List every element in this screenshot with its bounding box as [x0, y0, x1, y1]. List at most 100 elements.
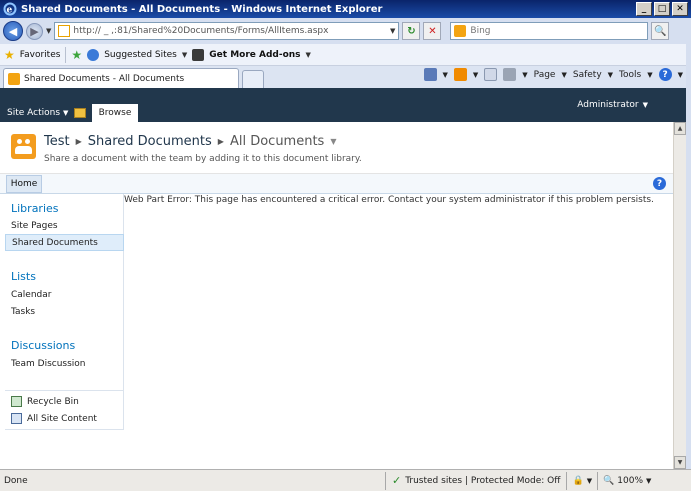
home-dropdown-icon[interactable]: ▼ — [443, 71, 448, 79]
address-bar[interactable]: http:// _ ,:81/Shared%20Documents/Forms/… — [54, 22, 400, 40]
rss-feed-icon[interactable] — [453, 68, 467, 81]
quicklaunch-item-calendar[interactable]: Calendar — [5, 286, 124, 303]
address-dropdown-icon[interactable]: ▼ — [390, 27, 395, 35]
quicklaunch-heading-libraries[interactable]: Libraries — [11, 202, 59, 215]
breadcrumb-site-link[interactable]: Test — [44, 134, 70, 149]
home-icon[interactable] — [423, 68, 437, 81]
print-icon[interactable] — [503, 68, 517, 81]
lock-dropdown-icon: ▼ — [586, 476, 593, 485]
site-logo-icon[interactable] — [11, 134, 36, 159]
breadcrumb-separator-icon: ▶ — [217, 137, 224, 146]
site-actions-dropdown-icon: ▼ — [63, 109, 69, 117]
zoom-level: 100% — [617, 475, 644, 486]
security-zone[interactable]: ✓ Trusted sites | Protected Mode: Off — [385, 471, 566, 490]
suggested-sites-dropdown-icon[interactable]: ▼ — [182, 51, 187, 59]
tab-home[interactable]: Home — [6, 175, 42, 193]
status-bar: Done ✓ Trusted sites | Protected Mode: O… — [0, 469, 691, 491]
window-titlebar: e Shared Documents - All Documents - Win… — [0, 0, 691, 18]
scroll-down-icon[interactable]: ▼ — [674, 456, 686, 469]
tools-dropdown-icon[interactable]: ▼ — [647, 71, 652, 79]
search-button[interactable]: 🔍 — [651, 22, 670, 40]
browser-tab[interactable]: Shared Documents - All Documents — [3, 68, 239, 88]
window-border — [686, 18, 691, 473]
stop-icon: ✕ — [428, 25, 437, 37]
recycle-bin-link[interactable]: Recycle Bin — [5, 393, 124, 410]
scroll-up-icon[interactable]: ▲ — [674, 122, 686, 135]
site-content-icon — [11, 413, 22, 424]
page-icon — [58, 25, 71, 37]
page-title-area: Test ▶ Shared Documents ▶ All Documents … — [0, 122, 686, 174]
help-dropdown-icon[interactable]: ▼ — [678, 71, 683, 79]
library-description: Share a document with the team by adding… — [44, 154, 362, 164]
all-site-content-link[interactable]: All Site Content — [5, 410, 124, 427]
page-menu[interactable]: Page — [534, 70, 556, 80]
safety-menu[interactable]: Safety — [573, 70, 602, 80]
search-input[interactable] — [470, 26, 621, 36]
recycle-bin-label: Recycle Bin — [27, 396, 79, 407]
stop-button[interactable]: ✕ — [423, 22, 442, 40]
breadcrumb: Test ▶ Shared Documents ▶ All Documents … — [44, 134, 336, 149]
user-menu[interactable]: Administrator ▼ — [577, 100, 648, 110]
tools-menu[interactable]: Tools — [619, 70, 641, 80]
vertical-scrollbar[interactable]: ▲ ▼ — [673, 122, 686, 469]
command-bar: ▼ ▼ ▼ Page ▼ Safety ▼ Tools ▼ ? ▼ — [423, 68, 683, 81]
help-icon[interactable]: ? — [658, 68, 672, 81]
top-nav: Home ? — [0, 174, 686, 194]
sharepoint-ribbon: Site Actions ▼ Browse Administrator ▼ — [0, 88, 686, 122]
zoom-icon: 🔍 — [603, 475, 615, 486]
divider — [5, 390, 124, 391]
minimize-button[interactable]: _ — [636, 2, 652, 16]
page-dropdown-icon[interactable]: ▼ — [561, 71, 566, 79]
quicklaunch-item-tasks[interactable]: Tasks — [5, 303, 124, 320]
new-tab-button[interactable] — [242, 70, 264, 88]
protected-mode-toggle[interactable]: 🔒 ▼ — [566, 471, 597, 490]
safety-dropdown-icon[interactable]: ▼ — [608, 71, 613, 79]
quicklaunch-item-shared-documents[interactable]: Shared Documents — [5, 234, 124, 251]
quicklaunch-heading-discussions[interactable]: Discussions — [11, 339, 75, 352]
breadcrumb-view-name[interactable]: All Documents — [230, 134, 324, 149]
forward-arrow-icon: ▶ — [30, 24, 39, 38]
history-dropdown-icon[interactable]: ▼ — [46, 27, 51, 35]
refresh-button[interactable]: ↻ — [402, 22, 421, 40]
view-dropdown-icon[interactable]: ▼ — [330, 137, 336, 146]
web-part-error-message: Web Part Error: This page has encountere… — [124, 195, 654, 205]
user-dropdown-icon: ▼ — [642, 101, 648, 109]
tab-browse[interactable]: Browse — [92, 104, 138, 122]
breadcrumb-separator-icon: ▶ — [75, 137, 82, 146]
search-icon: 🔍 — [654, 25, 667, 37]
suggested-sites-link[interactable]: Suggested Sites — [104, 50, 177, 60]
recycle-bin-icon — [11, 396, 22, 407]
breadcrumb-library-link[interactable]: Shared Documents — [88, 134, 212, 149]
site-actions-label: Site Actions — [7, 108, 61, 118]
forward-button[interactable]: ▶ — [26, 22, 43, 40]
navigate-up-icon[interactable] — [74, 108, 86, 118]
quicklaunch-heading-lists[interactable]: Lists — [11, 270, 36, 283]
add-favorite-icon[interactable]: ★ — [71, 48, 82, 62]
address-url[interactable]: http:// _ ,:81/Shared%20Documents/Forms/… — [73, 26, 387, 36]
search-box[interactable] — [450, 22, 649, 40]
back-arrow-icon: ◀ — [8, 24, 18, 38]
help-icon[interactable]: ? — [653, 177, 666, 190]
zoom-dropdown-icon: ▼ — [646, 476, 652, 485]
sharepoint-tab-icon — [8, 72, 20, 85]
get-more-addons-link[interactable]: Get More Add-ons — [209, 50, 300, 60]
refresh-icon: ↻ — [407, 25, 416, 37]
mail-icon[interactable] — [484, 68, 498, 81]
tab-row: Shared Documents - All Documents ▼ ▼ ▼ P… — [0, 66, 691, 88]
quicklaunch-item-site-pages[interactable]: Site Pages — [5, 217, 124, 234]
zoom-control[interactable]: 🔍 100% ▼ — [597, 471, 656, 490]
quicklaunch-item-team-discussion[interactable]: Team Discussion — [5, 355, 124, 372]
quick-launch: Libraries Site Pages Shared Documents Li… — [5, 194, 124, 430]
suggested-sites-icon — [87, 48, 100, 61]
back-button[interactable]: ◀ — [3, 21, 23, 41]
maximize-button[interactable]: □ — [654, 2, 670, 16]
print-dropdown-icon[interactable]: ▼ — [522, 71, 527, 79]
feed-dropdown-icon[interactable]: ▼ — [473, 71, 478, 79]
close-button[interactable]: ✕ — [672, 2, 688, 16]
addons-dropdown-icon[interactable]: ▼ — [306, 51, 311, 59]
site-actions-menu[interactable]: Site Actions ▼ — [7, 108, 68, 118]
favorites-bar: ★ Favorites ★ Suggested Sites ▼ Get More… — [0, 44, 691, 66]
favorites-button[interactable]: Favorites — [20, 50, 61, 60]
lock-icon: 🔒 — [572, 475, 584, 486]
addons-icon — [192, 48, 205, 61]
